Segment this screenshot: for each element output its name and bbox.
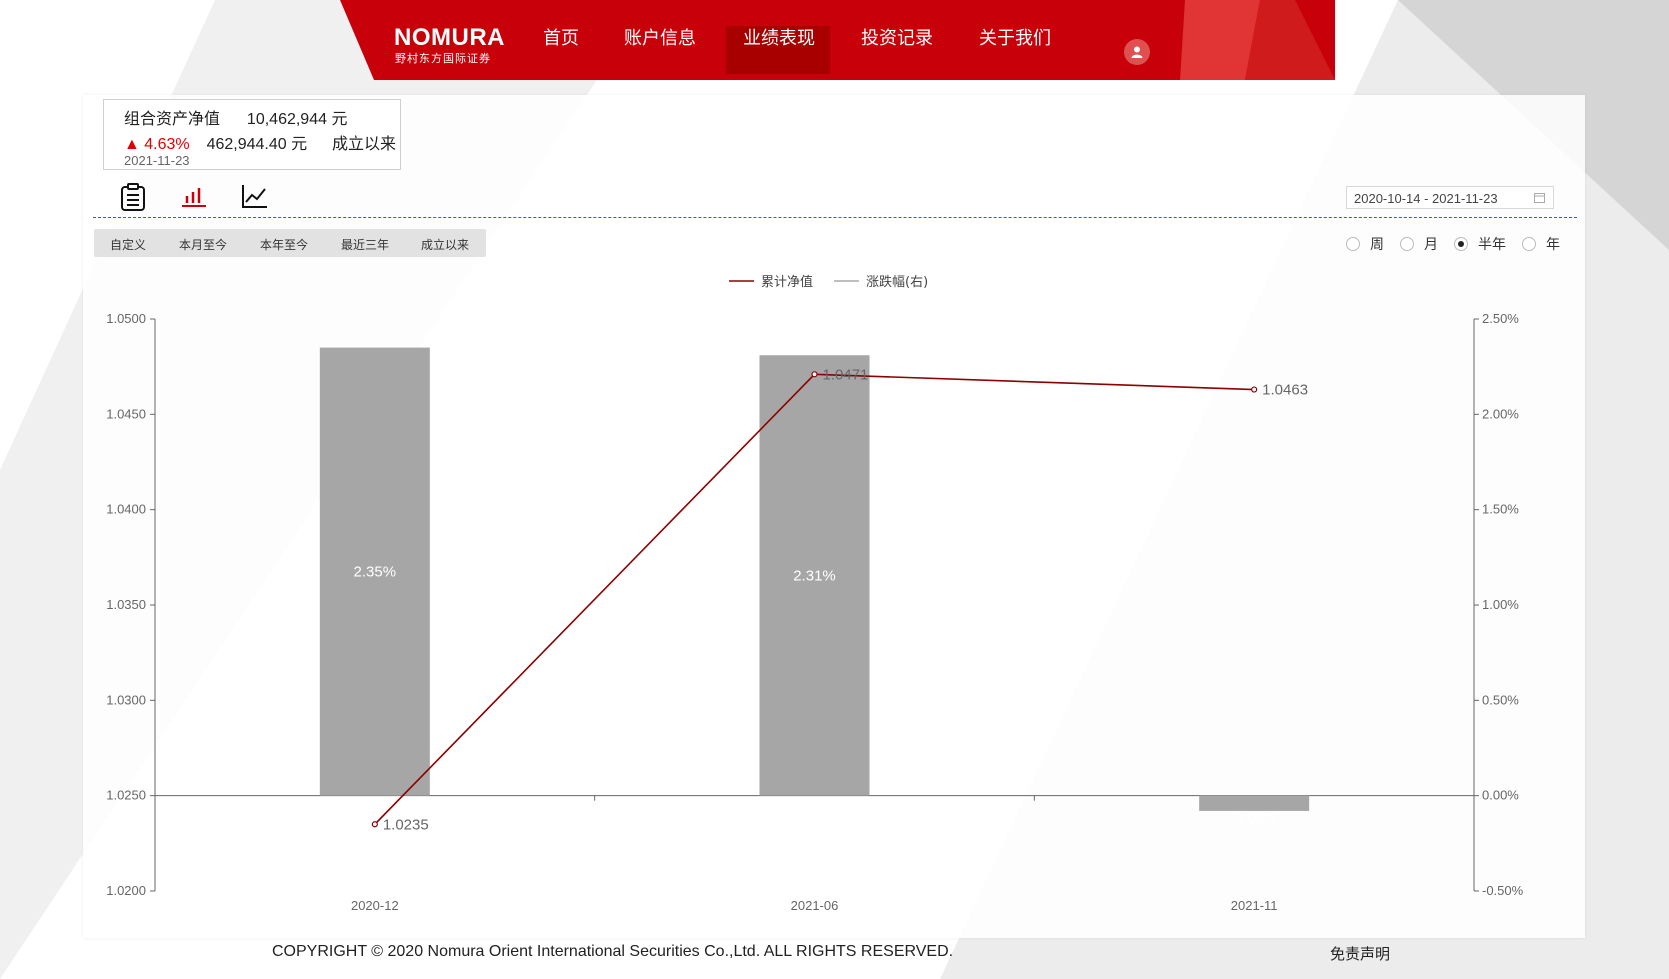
top-navbar: NOMURA 野村东方国际证券	[0, 0, 1669, 80]
nomura-logo[interactable]: NOMURA	[394, 24, 505, 52]
period-custom-button[interactable]: 自定义	[110, 236, 146, 253]
freq-week-radio[interactable]: 周	[1346, 234, 1384, 254]
freq-halfyear-label: 半年	[1478, 237, 1506, 253]
bar-chart-icon[interactable]	[179, 182, 209, 212]
change-percent: ▲ 4.63%	[124, 136, 190, 153]
nav-item-performance[interactable]: 业绩表现	[743, 24, 815, 50]
portfolio-summary: 组合资产净值 10,462,944 元 ▲ 4.63% 462,944.40 元…	[103, 99, 401, 170]
period-ytd-button[interactable]: 本年至今	[260, 236, 308, 253]
line-chart-icon[interactable]	[240, 182, 270, 212]
date-range-value: 2020-10-14 - 2021-11-23	[1354, 191, 1498, 206]
net-value-label: 组合资产净值	[124, 111, 221, 128]
net-value: 10,462,944 元	[246, 111, 348, 128]
user-avatar-button[interactable]	[1124, 39, 1150, 65]
nav-item-home[interactable]: 首页	[543, 24, 579, 50]
freq-month-label: 月	[1424, 237, 1438, 253]
disclaimer-link[interactable]: 免责声明	[1330, 943, 1390, 964]
report-icon[interactable]	[118, 182, 148, 212]
calendar-icon	[1534, 193, 1545, 203]
main-panel	[83, 95, 1585, 938]
date-range-picker[interactable]: 2020-10-14 - 2021-11-23	[1346, 186, 1554, 209]
summary-date: 2021-11-23	[124, 153, 190, 168]
nomura-logo-subtitle: 野村东方国际证券	[395, 52, 491, 65]
change-period: 成立以来	[332, 136, 397, 153]
period-mtd-button[interactable]: 本月至今	[179, 236, 227, 253]
freq-halfyear-radio[interactable]: 半年	[1454, 234, 1506, 254]
nav-item-about[interactable]: 关于我们	[979, 24, 1051, 50]
change-amount: 462,944.40 元	[206, 136, 308, 153]
freq-week-label: 周	[1370, 237, 1384, 253]
radio-selected-icon	[1454, 237, 1468, 251]
toolbar-divider	[93, 217, 1577, 218]
radio-icon	[1346, 237, 1360, 251]
radio-icon	[1400, 237, 1414, 251]
nav-item-investments[interactable]: 投资记录	[861, 24, 933, 50]
freq-month-radio[interactable]: 月	[1400, 234, 1438, 254]
user-icon	[1131, 46, 1143, 58]
radio-icon	[1522, 237, 1536, 251]
copyright-text: COPYRIGHT © 2020 Nomura Orient Internati…	[272, 943, 954, 960]
freq-year-label: 年	[1546, 237, 1560, 253]
period-3y-button[interactable]: 最近三年	[341, 236, 389, 253]
freq-year-radio[interactable]: 年	[1522, 234, 1560, 254]
period-button-group: 自定义 本月至今 本年至今 最近三年 成立以来	[94, 229, 486, 257]
nav-item-account[interactable]: 账户信息	[624, 24, 696, 50]
period-inception-button[interactable]: 成立以来	[421, 236, 469, 253]
